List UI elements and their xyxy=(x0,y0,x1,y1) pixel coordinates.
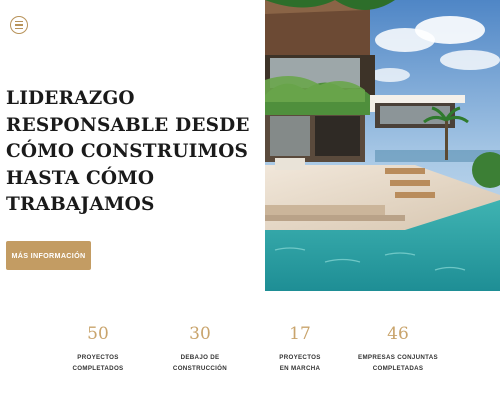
stat-label: PROYECTOS EN MARCHA xyxy=(250,352,350,374)
stat-label: DEBAJO DE CONSTRUCCIÓN xyxy=(150,352,250,374)
stats-section: 50 PROYECTOS COMPLETADOS 30 DEBAJO DE CO… xyxy=(0,322,500,382)
menu-line xyxy=(15,24,23,26)
stat-item: 50 PROYECTOS COMPLETADOS xyxy=(48,322,148,374)
stat-item: 46 EMPRESAS CONJUNTAS COMPLETADAS xyxy=(348,322,448,374)
stat-label-line: EN MARCHA xyxy=(279,365,321,372)
stat-value: 50 xyxy=(87,324,109,344)
stat-label-line: COMPLETADAS xyxy=(372,365,424,372)
stat-item: 17 PROYECTOS EN MARCHA xyxy=(250,322,350,374)
stat-label: EMPRESAS CONJUNTAS COMPLETADAS xyxy=(348,352,448,374)
stat-label-line: PROYECTOS xyxy=(279,354,321,361)
hero-title: LIDERAZGO RESPONSABLE DESDE CÓMO CONSTRU… xyxy=(6,88,250,215)
menu-line xyxy=(15,27,23,29)
stat-value: 17 xyxy=(289,324,311,344)
stat-label-line: DEBAJO DE xyxy=(180,354,220,361)
hero-villa-image xyxy=(265,0,500,291)
stat-label: PROYECTOS COMPLETADOS xyxy=(48,352,148,374)
more-info-button[interactable]: MÁS INFORMACIÓN xyxy=(6,241,91,270)
stat-label-line: COMPLETADOS xyxy=(72,365,124,372)
stat-item: 30 DEBAJO DE CONSTRUCCIÓN xyxy=(150,322,250,374)
stat-value: 30 xyxy=(189,324,211,344)
stat-label-line: PROYECTOS xyxy=(77,354,119,361)
stat-label-line: CONSTRUCCIÓN xyxy=(172,365,228,372)
stat-value: 46 xyxy=(387,324,409,344)
stat-label-line: EMPRESAS CONJUNTAS xyxy=(358,354,438,361)
hamburger-menu-icon[interactable] xyxy=(10,16,28,34)
menu-line xyxy=(15,21,23,23)
